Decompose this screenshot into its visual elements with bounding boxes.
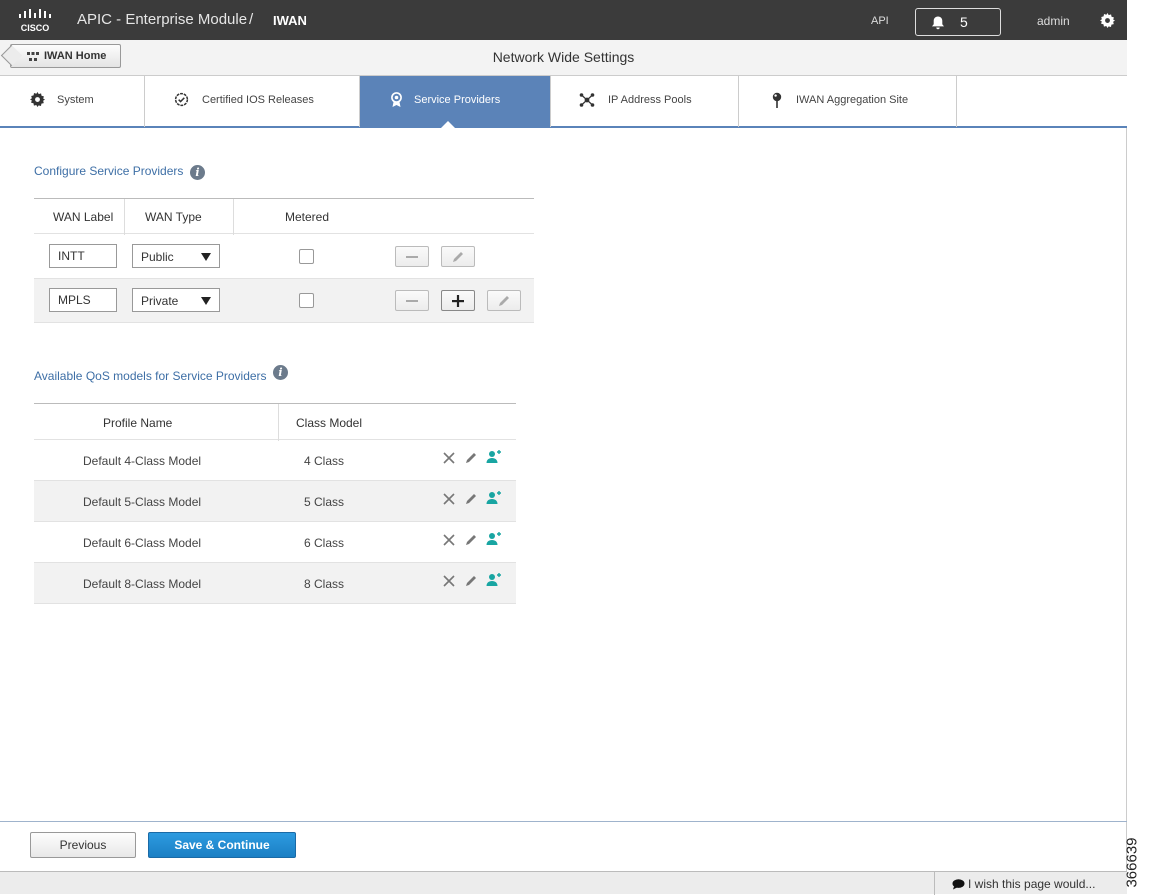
add-user-icon[interactable] <box>486 572 502 588</box>
notification-count: 5 <box>960 14 968 30</box>
wan-label-input[interactable] <box>49 244 117 268</box>
wan-type-value: Public <box>141 250 174 264</box>
footer-divider <box>0 821 1127 822</box>
add-row-button[interactable] <box>441 290 475 311</box>
tab-certified-ios-releases[interactable]: Certified IOS Releases <box>145 76 360 127</box>
tab-label: System <box>57 94 94 106</box>
class-model: 4 Class <box>304 454 345 468</box>
page-title: Network Wide Settings <box>492 49 635 65</box>
wan-type-select[interactable]: Public <box>132 244 220 268</box>
profile-name: Default 5-Class Model <box>83 495 202 509</box>
add-user-icon[interactable] <box>486 490 502 506</box>
column-header-class-model: Class Model <box>296 416 363 430</box>
table-row: Private <box>34 279 534 323</box>
pencil-icon[interactable] <box>464 492 478 506</box>
class-model: 6 Class <box>304 536 345 550</box>
wan-type-select[interactable]: Private <box>132 288 220 312</box>
active-tab-pointer <box>440 121 456 129</box>
pencil-icon[interactable] <box>464 533 478 547</box>
delete-x-icon[interactable] <box>442 574 456 588</box>
speech-bubble-icon <box>952 879 965 890</box>
qos-models-title: Available QoS models for Service Provide… <box>34 369 267 383</box>
service-provider-icon <box>391 92 402 107</box>
edit-row-button[interactable] <box>441 246 475 267</box>
top-bar: CISCO APIC - Enterprise Module / IWAN AP… <box>0 0 1127 40</box>
pencil-icon[interactable] <box>464 451 478 465</box>
notifications-button[interactable]: 5 <box>915 8 1001 36</box>
tab-label: IP Address Pools <box>608 94 692 106</box>
breadcrumb-separator: / <box>249 11 254 28</box>
cisco-logo: CISCO <box>18 8 60 34</box>
edit-row-button[interactable] <box>487 290 521 311</box>
certified-check-icon <box>174 92 189 107</box>
minus-icon <box>406 256 418 258</box>
metered-checkbox[interactable] <box>299 293 314 308</box>
profile-name: Default 8-Class Model <box>83 577 202 591</box>
plus-icon <box>452 295 464 307</box>
profile-name: Default 6-Class Model <box>83 536 202 550</box>
tab-service-providers[interactable]: Service Providers <box>360 76 551 129</box>
tab-label: Certified IOS Releases <box>202 94 314 106</box>
figure-id: 366639 <box>1124 830 1148 894</box>
tab-ip-address-pools[interactable]: IP Address Pools <box>551 76 739 127</box>
tab-iwan-aggregation-site[interactable]: IWAN Aggregation Site <box>739 76 957 127</box>
feedback-button[interactable]: I wish this page would... <box>934 872 1127 895</box>
table-row: Default 6-Class Model 6 Class <box>34 522 516 563</box>
feedback-label: I wish this page would... <box>968 877 1096 891</box>
table-header: Profile Name Class Model <box>34 403 516 441</box>
info-icon[interactable]: i <box>190 165 205 180</box>
figure-id-text: 366639 <box>1123 837 1141 888</box>
delete-x-icon[interactable] <box>442 533 456 547</box>
table-row: Default 5-Class Model 5 Class <box>34 481 516 522</box>
location-pin-icon <box>772 92 782 108</box>
wan-type-value: Private <box>141 294 179 308</box>
tab-label: Service Providers <box>414 94 501 106</box>
settings-tabs: System Certified IOS Releases Service Pr… <box>0 76 1127 129</box>
add-user-icon[interactable] <box>486 531 502 547</box>
app-frame: CISCO APIC - Enterprise Module / IWAN AP… <box>0 0 1127 895</box>
pencil-icon <box>499 296 509 306</box>
save-continue-button[interactable]: Save & Continue <box>148 832 296 858</box>
metered-checkbox[interactable] <box>299 249 314 264</box>
previous-button[interactable]: Previous <box>30 832 136 858</box>
delete-x-icon[interactable] <box>442 451 456 465</box>
minus-icon <box>406 300 418 302</box>
user-menu[interactable]: admin <box>1037 14 1070 28</box>
ip-pool-network-icon <box>579 93 595 107</box>
column-header-wan-type: WAN Type <box>145 210 202 224</box>
wan-label-input[interactable] <box>49 288 117 312</box>
tab-system[interactable]: System <box>0 76 145 127</box>
delete-x-icon[interactable] <box>442 492 456 506</box>
service-providers-title: Configure Service Providers <box>34 164 184 178</box>
class-model: 8 Class <box>304 577 345 591</box>
remove-row-button[interactable] <box>395 246 429 267</box>
info-icon[interactable]: i <box>273 365 288 380</box>
column-header-metered: Metered <box>285 210 330 224</box>
cisco-wordmark: CISCO <box>21 23 50 33</box>
profile-name: Default 4-Class Model <box>83 454 202 468</box>
dropdown-arrow-icon <box>201 253 211 261</box>
breadcrumb-iwan[interactable]: IWAN <box>273 13 307 28</box>
table-row: Default 4-Class Model 4 Class <box>34 440 516 481</box>
pencil-icon <box>453 252 463 262</box>
api-link[interactable]: API <box>871 15 889 27</box>
column-header-wan-label: WAN Label <box>53 210 114 224</box>
add-user-icon[interactable] <box>486 449 502 465</box>
status-bar: I wish this page would... <box>0 871 1127 895</box>
column-header-profile-name: Profile Name <box>103 416 173 430</box>
table-row: Public <box>34 235 534 279</box>
pencil-icon[interactable] <box>464 574 478 588</box>
table-row: Default 8-Class Model 8 Class <box>34 563 516 604</box>
class-model: 5 Class <box>304 495 345 509</box>
bell-icon <box>932 16 944 30</box>
dropdown-arrow-icon <box>201 297 211 305</box>
app-title: APIC - Enterprise Module <box>77 11 248 28</box>
settings-gear-icon[interactable] <box>1100 13 1115 33</box>
remove-row-button[interactable] <box>395 290 429 311</box>
gear-icon <box>30 92 45 107</box>
table-header: WAN Label WAN Type Metered <box>34 198 534 235</box>
tab-label: IWAN Aggregation Site <box>796 94 909 106</box>
